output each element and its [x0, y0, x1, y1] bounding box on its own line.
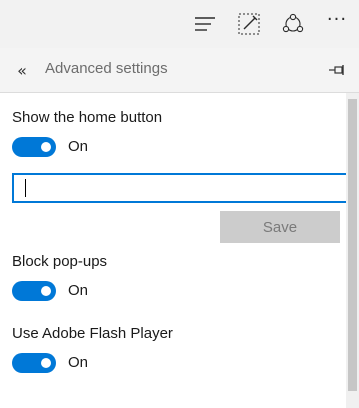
vertical-scrollbar[interactable]	[346, 93, 359, 408]
pin-icon	[329, 65, 344, 75]
block-popups-state: On	[68, 282, 89, 299]
more-button[interactable]: ···	[319, 6, 355, 42]
settings-panel: « Advanced settings Show the home button…	[0, 48, 359, 408]
flash-player-label: Use Adobe Flash Player	[12, 325, 173, 342]
settings-content: Show the home button On Save Block pop-u…	[0, 93, 348, 408]
home-button-state: On	[68, 138, 89, 155]
toggle-knob	[41, 142, 51, 152]
share-icon	[282, 13, 304, 33]
double-chevron-left-icon: «	[17, 60, 27, 80]
block-popups-label: Block pop-ups	[12, 253, 108, 270]
text-caret	[25, 179, 26, 197]
pin-button[interactable]	[324, 58, 350, 82]
block-popups-toggle[interactable]	[12, 281, 56, 301]
more-icon: ···	[326, 9, 348, 30]
flash-player-toggle[interactable]	[12, 353, 56, 373]
home-button-toggle[interactable]	[12, 137, 56, 157]
share-button[interactable]	[275, 6, 311, 42]
hub-icon	[195, 17, 215, 31]
flash-player-state: On	[68, 354, 89, 371]
home-url-input[interactable]	[12, 173, 348, 203]
web-note-button[interactable]	[231, 6, 267, 42]
panel-title: Advanced settings	[45, 60, 168, 77]
save-button[interactable]: Save	[220, 211, 340, 243]
web-note-icon	[238, 13, 260, 35]
toggle-knob	[41, 358, 51, 368]
edge-settings-window: ··· « Advanced settings Show the home bu…	[0, 0, 359, 408]
home-button-label: Show the home button	[12, 109, 163, 126]
hub-button[interactable]	[187, 6, 223, 42]
browser-toolbar: ···	[0, 0, 359, 49]
back-button[interactable]: «	[10, 56, 34, 84]
scrollbar-thumb[interactable]	[348, 99, 357, 391]
panel-header: « Advanced settings	[0, 48, 359, 93]
toggle-knob	[41, 286, 51, 296]
